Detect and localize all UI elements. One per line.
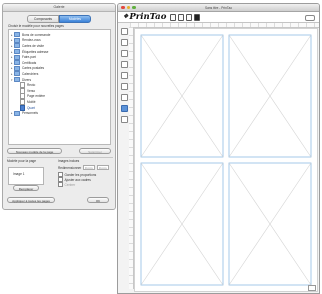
- folder-icon: [14, 60, 20, 66]
- title-bar: Sans titre - PrinTao: [118, 4, 319, 12]
- resize-label: Redimensionner: [58, 166, 82, 170]
- tab-templates[interactable]: Modèles: [59, 15, 91, 23]
- image-frame-placeholder[interactable]: [140, 34, 224, 158]
- tree-heading: Choisir le modèle pour nouvelles pages: [8, 24, 64, 28]
- folder-icon: [14, 110, 20, 116]
- image-preview: [8, 167, 44, 185]
- document-window: Sans titre - PrinTao ❖ PrinTao: [117, 3, 320, 294]
- palette-tabs: Composants Modèles: [3, 15, 115, 23]
- image-tool-icon[interactable]: [120, 50, 128, 57]
- tree-item-label: Divers: [22, 77, 32, 82]
- image-frame-placeholder[interactable]: [140, 162, 224, 286]
- image-section-label: Images inclues: [58, 159, 80, 163]
- tree-item-label: Faire-part: [22, 55, 36, 60]
- replace-button[interactable]: Remplacer: [13, 185, 39, 191]
- logo-text: PrinTao: [129, 12, 167, 22]
- checkbox-box: [58, 182, 63, 187]
- apply-all-button[interactable]: Appliquer à toutes les pages: [7, 197, 55, 203]
- tree-item-label: Certificats: [22, 60, 37, 65]
- toolbar: ❖ PrinTao: [118, 12, 319, 23]
- zoom-tool-icon[interactable]: [120, 83, 128, 90]
- divider: [7, 157, 113, 158]
- checkbox-label: Garder les proportions: [64, 172, 97, 177]
- tab-components[interactable]: Composants: [27, 15, 59, 23]
- image-frame-placeholder[interactable]: [228, 162, 312, 286]
- folder-icon: [14, 37, 20, 43]
- width-field[interactable]: 0 mm: [83, 165, 95, 170]
- layout-tool-icon[interactable]: [120, 116, 128, 123]
- checkbox-label: Ajuster aux cadres: [64, 177, 91, 182]
- tree-item-label: Calendriers: [22, 71, 39, 76]
- center-checkbox[interactable]: Centrer: [58, 182, 75, 187]
- tree-item-label: Cartes de visite: [22, 43, 44, 48]
- hand-tool-icon[interactable]: [120, 94, 128, 101]
- tree-item-label: Étiquettes adresse: [22, 49, 49, 54]
- select-tool-icon[interactable]: [120, 28, 128, 35]
- resize-grip-icon[interactable]: [308, 285, 316, 291]
- gallery-palette: Galerie Composants Modèles Choisir le mo…: [2, 3, 116, 210]
- folder-icon: [14, 43, 20, 49]
- checkbox-label: Centrer: [64, 182, 76, 187]
- apply-label: Modèle pour la page: [7, 159, 37, 163]
- tool-strip: [120, 26, 128, 168]
- toolbar-toggle-icon[interactable]: [305, 15, 315, 21]
- page-icon[interactable]: [186, 14, 192, 21]
- line-tool-icon[interactable]: [120, 72, 128, 79]
- quarter-panels: [140, 34, 312, 286]
- page-icon[interactable]: [170, 14, 176, 21]
- page-canvas[interactable]: [134, 28, 318, 292]
- folder-icon: [14, 32, 20, 38]
- template-tree[interactable]: ▸ Bons de commande ▸ Rendez-vous ▸ Cartes de …: [8, 29, 111, 145]
- image-frame-placeholder[interactable]: [228, 34, 312, 158]
- folder-icon: [14, 65, 20, 71]
- color-tool-icon[interactable]: [120, 105, 128, 112]
- new-template-button[interactable]: Nouveau modèle de la page: [7, 148, 62, 154]
- tree-item-label: Verso: [27, 88, 36, 93]
- folder-icon: [14, 54, 20, 60]
- page-icon[interactable]: [178, 14, 184, 21]
- tree-item-label: Recto: [27, 83, 36, 88]
- logo-mark-icon: ❖: [123, 13, 129, 20]
- image-label: Image 1: [13, 172, 25, 176]
- palette-title: Galerie: [3, 4, 115, 12]
- window-title: Sans titre - PrinTao: [204, 5, 233, 10]
- ok-button[interactable]: OK: [87, 197, 109, 203]
- tree-item-label: Personnels: [22, 111, 38, 116]
- tree-item-label: Moitié: [27, 99, 36, 104]
- document-icon: [20, 104, 25, 111]
- tree-item-label: Rendez-vous: [22, 38, 41, 43]
- tree-item-label: Bons de commande: [22, 32, 51, 37]
- app-logo: ❖ PrinTao: [123, 12, 166, 22]
- page-dark-icon[interactable]: [194, 14, 200, 21]
- height-field[interactable]: 0 mm: [97, 165, 109, 170]
- folder-icon: [14, 71, 20, 77]
- tree-item-label: Page entière: [27, 94, 46, 99]
- tree-item-label: Cartes postales: [22, 66, 45, 71]
- text-tool-icon[interactable]: [120, 39, 128, 46]
- delete-template-button[interactable]: Supprimer: [79, 148, 111, 154]
- folder-icon: [14, 49, 20, 55]
- shape-tool-icon[interactable]: [120, 61, 128, 68]
- tree-folder[interactable]: ▸ Personnels: [11, 110, 108, 116]
- tree-item-label: Quart: [27, 105, 35, 110]
